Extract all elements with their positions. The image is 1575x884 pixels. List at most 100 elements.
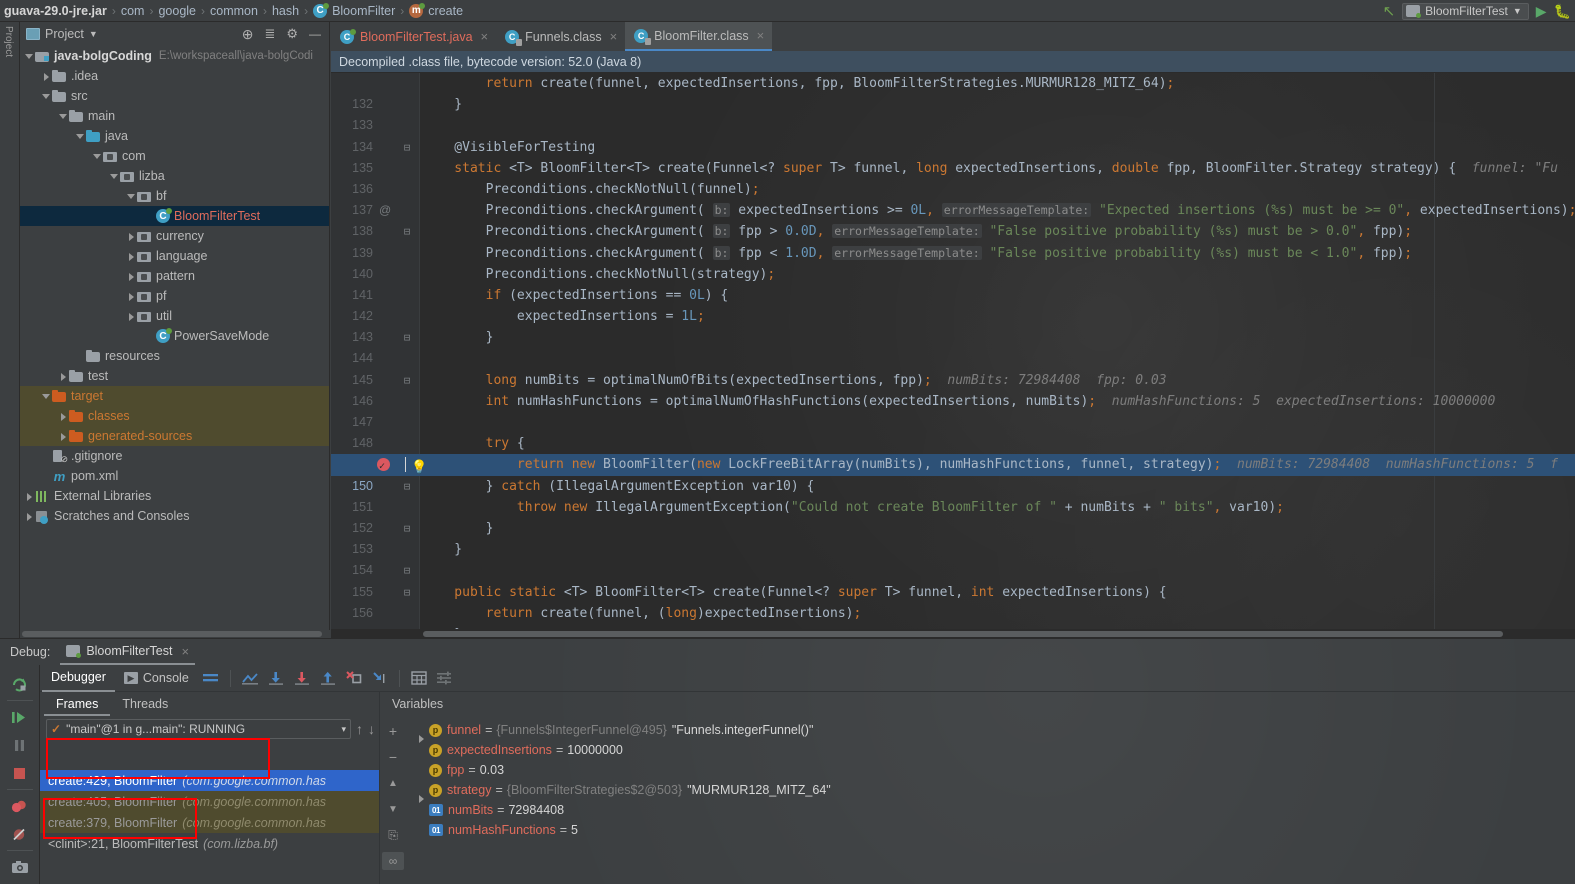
code-editor[interactable]: 132 return create(funnel, expectedInsert… [331,73,1575,638]
chevron-right-icon[interactable] [126,291,137,302]
breadcrumb-item-class[interactable]: C BloomFilter [313,2,395,18]
chevron-down-icon[interactable] [41,391,52,402]
tree-item-scratches-and-consoles[interactable]: Scratches and Consoles [20,506,329,526]
layout-settings-icon[interactable] [198,665,224,692]
force-step-into-icon[interactable] [341,665,367,692]
chevron-right-icon[interactable] [58,371,69,382]
copy-value-icon[interactable]: ⎘ [382,826,404,844]
left-strip-project-label[interactable]: Project [3,26,14,57]
project-horizontal-scrollbar[interactable] [20,630,330,638]
tree-item-main[interactable]: main [20,106,329,126]
tree-item-com[interactable]: com [20,146,329,166]
variable-row[interactable]: p funnel = {Funnels$IntegerFunnel@495} "Funn… [406,720,1575,743]
stop-icon[interactable] [3,759,37,787]
scrollbar-thumb[interactable] [423,631,1503,637]
run-to-cursor-icon[interactable] [367,665,393,692]
tab-bloomfilter-class[interactable]: C BloomFilter.class × [625,22,773,51]
evaluate-expression-icon[interactable] [406,665,432,692]
tree-item-currency[interactable]: currency [20,226,329,246]
view-breakpoints-icon[interactable] [3,792,37,820]
variable-row[interactable]: 01 numHashFunctions = 5 [406,820,1575,840]
frame-row[interactable]: create:405, BloomFilter (com.google.commo… [40,791,379,812]
chevron-down-icon[interactable] [58,111,69,122]
step-out-icon[interactable] [315,665,341,692]
tree-item-external-libraries[interactable]: External Libraries [20,486,329,506]
breadcrumb-item-common[interactable]: common [210,4,258,18]
close-icon[interactable]: × [610,29,618,44]
locate-target-icon[interactable]: ⊕ [242,26,254,43]
chevron-down-icon[interactable] [126,191,137,202]
remove-watch-icon[interactable]: − [382,748,404,766]
project-title-button[interactable]: Project ▼ [26,27,98,41]
inspect-icon[interactable]: ∞ [382,852,404,870]
rerun-icon[interactable] [3,670,37,698]
tree-item-generated-sources[interactable]: generated-sources [20,426,329,446]
debug-session-tab[interactable]: BloomFilterTest × [60,639,196,665]
frame-row[interactable]: <clinit>:21, BloomFilterTest (com.lizba.b… [40,833,379,854]
tab-console[interactable]: ▶ Console [115,665,198,692]
chevron-down-icon[interactable] [24,51,35,62]
breakpoint-icon[interactable] [377,456,390,478]
chevron-right-icon[interactable] [58,431,69,442]
variable-row[interactable]: p strategy = {BloomFilterStrategies$2@503} "… [406,780,1575,803]
breadcrumb-item-google[interactable]: google [158,4,196,18]
mute-breakpoints-icon[interactable] [3,820,37,848]
chevron-down-icon[interactable] [41,91,52,102]
resume-program-icon[interactable] [3,703,37,731]
frame-row[interactable]: create:429, BloomFilter (com.google.commo… [40,770,379,791]
chevron-right-icon[interactable] [24,511,35,522]
tree-item-pattern[interactable]: pattern [20,266,329,286]
add-watch-icon[interactable]: + [382,722,404,740]
tab-debugger[interactable]: Debugger [42,665,115,692]
tree-item-test[interactable]: test [20,366,329,386]
editor-horizontal-scrollbar[interactable] [331,629,1575,638]
tab-funnels-class[interactable]: C Funnels.class × [496,22,625,51]
tree-item-java-bolgcoding[interactable]: java-bolgCoding E:\workspaceall\java-bolg… [20,46,329,66]
tab-bloomfiltertest-java[interactable]: C BloomFilterTest.java × [331,22,496,51]
settings-icon[interactable] [432,665,458,692]
tree-item-language[interactable]: language [20,246,329,266]
chevron-down-icon[interactable] [109,171,120,182]
chevron-right-icon[interactable] [24,491,35,502]
close-icon[interactable]: × [757,28,765,43]
tree-item-bloomfiltertest[interactable]: C BloomFilterTest [20,206,329,226]
close-icon[interactable]: × [181,644,189,659]
tree-item-idea[interactable]: .idea [20,66,329,86]
project-tree[interactable]: java-bolgCoding E:\workspaceall\java-bolg… [20,46,329,638]
thread-selector[interactable]: ✓ "main"@1 in g...main": RUNNING ▾ [46,719,351,739]
tree-item-resources[interactable]: resources [20,346,329,366]
pause-program-icon[interactable] [3,731,37,759]
variable-row[interactable]: p expectedInsertions = 10000000 [406,740,1575,760]
chevron-right-icon[interactable] [126,311,137,322]
tree-item-src[interactable]: src [20,86,329,106]
chevron-right-icon[interactable] [41,71,52,82]
move-up-icon[interactable]: ▲ [382,774,404,792]
tree-item-java[interactable]: java [20,126,329,146]
chevron-down-icon[interactable] [92,151,103,162]
minimize-icon[interactable]: — [309,27,321,41]
close-icon[interactable]: × [481,29,489,44]
chevron-down-icon[interactable] [75,131,86,142]
run-configuration-selector[interactable]: BloomFilterTest ▼ [1402,2,1529,20]
frame-nav-up-icon[interactable]: ↑ [356,721,363,737]
breadcrumb-item-jar[interactable]: guava-29.0-jre.jar [4,4,107,18]
tree-item-pf[interactable]: pf [20,286,329,306]
show-execution-point-icon[interactable] [237,665,263,692]
chevron-right-icon[interactable] [126,251,137,262]
frame-nav-down-icon[interactable]: ↓ [368,721,375,737]
tab-threads[interactable]: Threads [110,692,180,716]
tree-item-target[interactable]: target [20,386,329,406]
breadcrumb-item-hash[interactable]: hash [272,4,299,18]
variable-row[interactable]: p fpp = 0.03 [406,760,1575,780]
arrow-up-left-icon[interactable]: ↖ [1383,4,1396,19]
tree-item-gitignore[interactable]: .gitignore [20,446,329,466]
chevron-right-icon[interactable] [58,411,69,422]
run-play-icon[interactable]: ▶ [1536,4,1547,18]
debug-bug-icon[interactable]: 🐛 [1554,4,1571,18]
tab-frames[interactable]: Frames [44,692,111,716]
scrollbar-thumb[interactable] [22,631,322,637]
chevron-right-icon[interactable] [126,271,137,282]
tree-item-classes[interactable]: classes [20,406,329,426]
chevron-right-icon[interactable] [126,231,137,242]
variable-row[interactable]: 01 numBits = 72984408 [406,800,1575,820]
